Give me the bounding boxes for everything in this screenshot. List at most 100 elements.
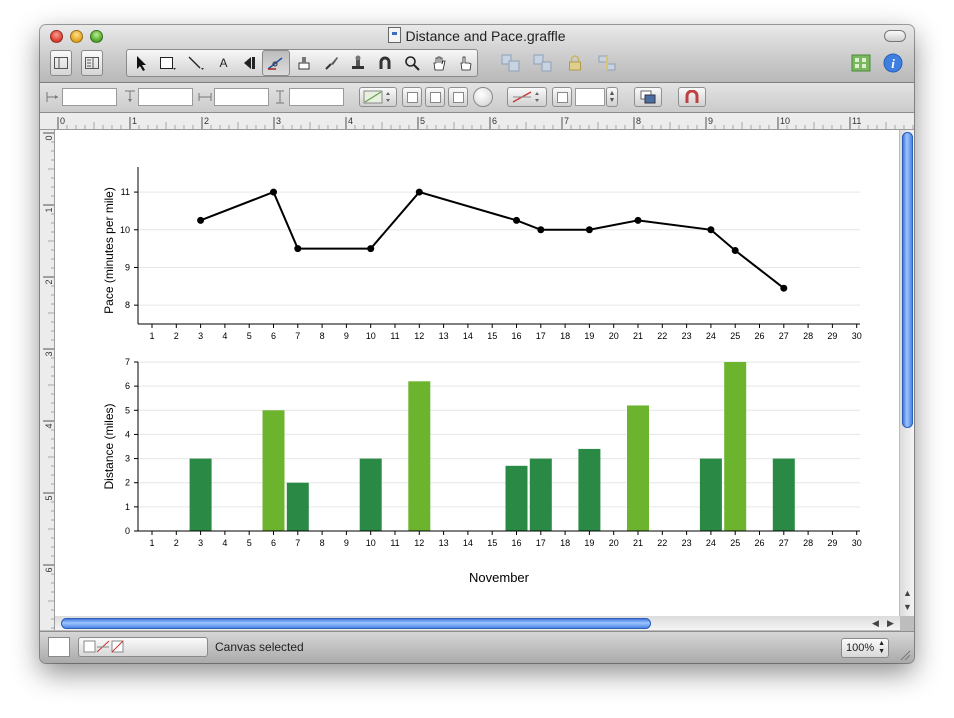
pace-x-tick-label: 24 — [706, 331, 716, 341]
distance-bar — [505, 465, 528, 531]
lock-button[interactable] — [564, 50, 586, 76]
line-color-icon — [512, 91, 539, 103]
magnet-tool[interactable] — [372, 50, 398, 76]
zoom-select[interactable]: 100% ▲ ▼ — [841, 638, 889, 658]
charts-svg: 8910111 2 3 4 5 6 7 8 9 10 11 12 13 14 15 16 17 18 19 20 21 2… — [102, 167, 862, 585]
sidebar-toggle-icon — [54, 57, 68, 69]
vertical-scroll-thumb[interactable] — [902, 132, 913, 428]
group-button[interactable] — [498, 50, 524, 76]
selection-tool[interactable] — [128, 50, 153, 76]
drawer-button[interactable] — [48, 637, 70, 657]
browse-tool[interactable] — [453, 50, 478, 76]
zoom-icon — [405, 56, 420, 71]
resize-grip-icon[interactable] — [899, 649, 911, 661]
ruler-label: 3 — [276, 116, 281, 126]
distance-x-tick-label: 30 — [852, 538, 862, 548]
distance-x-tick-label: 5 — [247, 538, 252, 548]
arrange-icon — [640, 90, 656, 104]
arrange-button[interactable] — [634, 87, 662, 107]
scroll-up-arrow[interactable]: ▲ — [903, 588, 912, 598]
pace-x-tick-label: 14 — [463, 331, 473, 341]
line-tool[interactable] — [182, 50, 209, 76]
distance-x-tick-label: 20 — [609, 538, 619, 548]
ruler-label: 6 — [492, 116, 497, 126]
pace-y-tick-label: 11 — [121, 187, 130, 197]
drawing-canvas[interactable]: 8 9 10 11 1 2 3 4 5 6 7 8 9 10 11 12 13 14 15 16 17 18 19 20 21 2… — [55, 130, 899, 616]
pace-x-tick-label: 3 — [198, 331, 203, 341]
magnet-icon — [379, 56, 391, 69]
info-icon: i — [883, 53, 903, 73]
ruler-label: 7 — [564, 116, 569, 126]
line-color-button[interactable] — [507, 87, 547, 107]
stamp-tool[interactable] — [345, 50, 371, 76]
magnets-button[interactable] — [678, 87, 706, 107]
rotation-dial[interactable] — [473, 87, 493, 107]
pace-x-tick-label: 11 — [390, 331, 399, 341]
line-style-button[interactable] — [552, 87, 572, 107]
text-tool[interactable]: A — [210, 50, 237, 76]
shape-tool[interactable] — [154, 50, 181, 76]
scroll-left-arrow[interactable]: ◀ — [872, 618, 879, 628]
fill-color-button[interactable] — [359, 87, 397, 107]
diagram-tool[interactable] — [238, 50, 260, 76]
magnet-icon — [685, 90, 699, 103]
align-button[interactable] — [594, 50, 620, 76]
pace-x-tick-label: 19 — [584, 331, 594, 341]
style-tray[interactable] — [78, 637, 208, 657]
style-tool[interactable] — [291, 50, 317, 76]
distance-x-tick-label: 26 — [754, 538, 764, 548]
toolbar-toggle-button[interactable] — [884, 30, 906, 42]
line-style-icon — [556, 91, 568, 103]
svg-text:i: i — [891, 56, 895, 71]
distance-x-tick-label: 23 — [682, 538, 692, 548]
horizontal-scroll-thumb[interactable] — [61, 618, 651, 629]
status-bar: Canvas selected 100% ▲ ▼ — [40, 631, 914, 663]
sidebar-toggle-button[interactable] — [50, 50, 72, 76]
width-field[interactable] — [214, 88, 269, 106]
rectangle-icon — [159, 57, 176, 70]
pace-x-tick-label: 4 — [222, 331, 227, 341]
distance-bar — [699, 458, 722, 531]
x-position-field[interactable] — [62, 88, 117, 106]
line-width-field[interactable] — [575, 88, 605, 106]
pace-x-tick-label: 26 — [754, 331, 764, 341]
distance-x-tick-label: 24 — [706, 538, 716, 548]
distance-y-tick-label: 0 — [125, 526, 130, 536]
pace-x-tick-label: 27 — [779, 331, 789, 341]
pen-tool[interactable] — [262, 50, 290, 76]
height-field[interactable] — [289, 88, 344, 106]
geometry-inspector-bar: ▲ ▼ — [40, 83, 914, 113]
paint-tool[interactable] — [318, 50, 344, 76]
stroke-style-button[interactable] — [425, 87, 445, 107]
drawer-toggle-button[interactable] — [81, 50, 103, 76]
zoom-tool[interactable] — [399, 50, 425, 76]
pace-x-tick-label: 23 — [682, 331, 692, 341]
pace-x-tick-label: 16 — [511, 331, 521, 341]
distance-bar — [262, 410, 285, 531]
canvases-button[interactable] — [850, 50, 872, 76]
y-position-field[interactable] — [138, 88, 193, 106]
distance-bar — [772, 458, 795, 531]
back-arrow-icon — [244, 57, 255, 69]
distance-x-tick-label: 29 — [827, 538, 837, 548]
inspector-button[interactable]: i — [882, 50, 904, 76]
ruler-label: 5 — [420, 116, 425, 126]
stroke-style-icon — [429, 91, 441, 103]
ruler-label: 2 — [44, 279, 54, 284]
pace-x-tick-label: 20 — [609, 331, 619, 341]
text-tool-icon: A — [219, 56, 228, 70]
ruler-label: 3 — [44, 351, 54, 356]
ruler-label: 11 — [852, 116, 861, 126]
hand-tool[interactable] — [426, 50, 452, 76]
scroll-right-arrow[interactable]: ▶ — [887, 618, 894, 628]
distance-x-tick-label: 2 — [174, 538, 179, 548]
ungroup-button[interactable] — [530, 50, 556, 76]
corner-style-button[interactable] — [448, 87, 468, 107]
distance-x-tick-label: 9 — [344, 538, 349, 548]
scroll-down-arrow[interactable]: ▼ — [903, 602, 912, 612]
pace-y-tick-label: 10 — [120, 225, 130, 235]
status-message: Canvas selected — [215, 640, 304, 654]
line-width-stepper[interactable]: ▲ ▼ — [606, 87, 618, 107]
shadow-button[interactable] — [402, 87, 422, 107]
ruler-label: 6 — [44, 567, 54, 572]
